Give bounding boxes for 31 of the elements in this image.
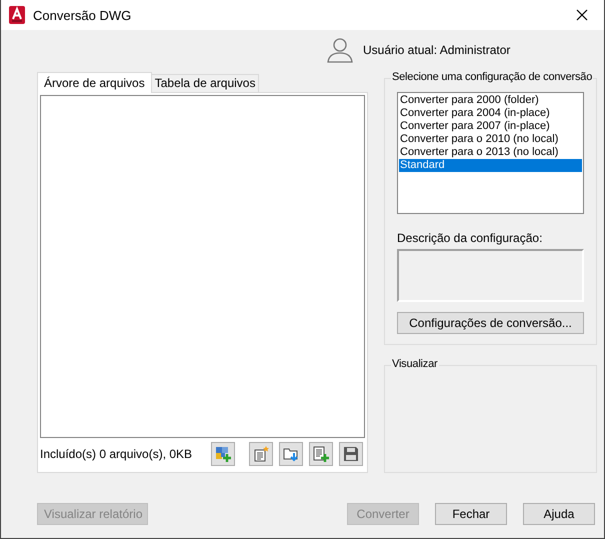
- group-title: Selecione uma configuração de conversão: [391, 71, 594, 83]
- window-title: Conversão DWG: [33, 8, 132, 22]
- app-logo-icon: [9, 6, 25, 24]
- list-item[interactable]: Standard: [399, 159, 582, 172]
- list-item[interactable]: Converter para 2004 (in-place): [399, 107, 582, 120]
- save-icon: [343, 446, 359, 462]
- help-button[interactable]: Ajuda: [523, 503, 595, 525]
- list-item[interactable]: Converter para 2000 (folder): [399, 94, 582, 107]
- status-text: Incluído(s) 0 arquivo(s), 0KB: [40, 447, 194, 461]
- list-item[interactable]: Converter para o 2010 (no local): [399, 133, 582, 146]
- toolbar-button[interactable]: [309, 442, 333, 466]
- tab[interactable]: Tabela de arquivos: [150, 74, 260, 92]
- group-title: Visualizar: [391, 358, 438, 370]
- new-list-icon: [253, 446, 269, 462]
- description-label: Descrição da configuração:: [397, 231, 544, 245]
- toolbar-button[interactable]: [279, 442, 303, 466]
- user-icon: [327, 37, 353, 63]
- toolbar-button[interactable]: [339, 442, 363, 466]
- tab[interactable]: Árvore de arquivos: [37, 72, 152, 93]
- list-item[interactable]: Converter para o 2013 (no local): [399, 146, 582, 159]
- description-field[interactable]: [397, 249, 584, 302]
- current-user-label: Usuário atual: Administrator: [363, 43, 510, 57]
- close-button[interactable]: Fechar: [435, 503, 507, 525]
- toolbar-button[interactable]: [249, 442, 273, 466]
- add-list-icon: [313, 446, 329, 462]
- list-item[interactable]: Converter para 2007 (in-place): [399, 120, 582, 133]
- open-folder-icon: [283, 446, 299, 462]
- add-drawing-icon: [215, 446, 231, 462]
- settings-button[interactable]: Configurações de conversão...: [397, 312, 584, 334]
- toolbar-button[interactable]: [211, 442, 235, 466]
- configuration-list[interactable]: Converter para 2000 (folder) Converter para 2004 (in-place) Converter para 2007 (in-place) Converter para o 2010 (no local) Converter para o 2013 (no local) Standard: [397, 92, 584, 214]
